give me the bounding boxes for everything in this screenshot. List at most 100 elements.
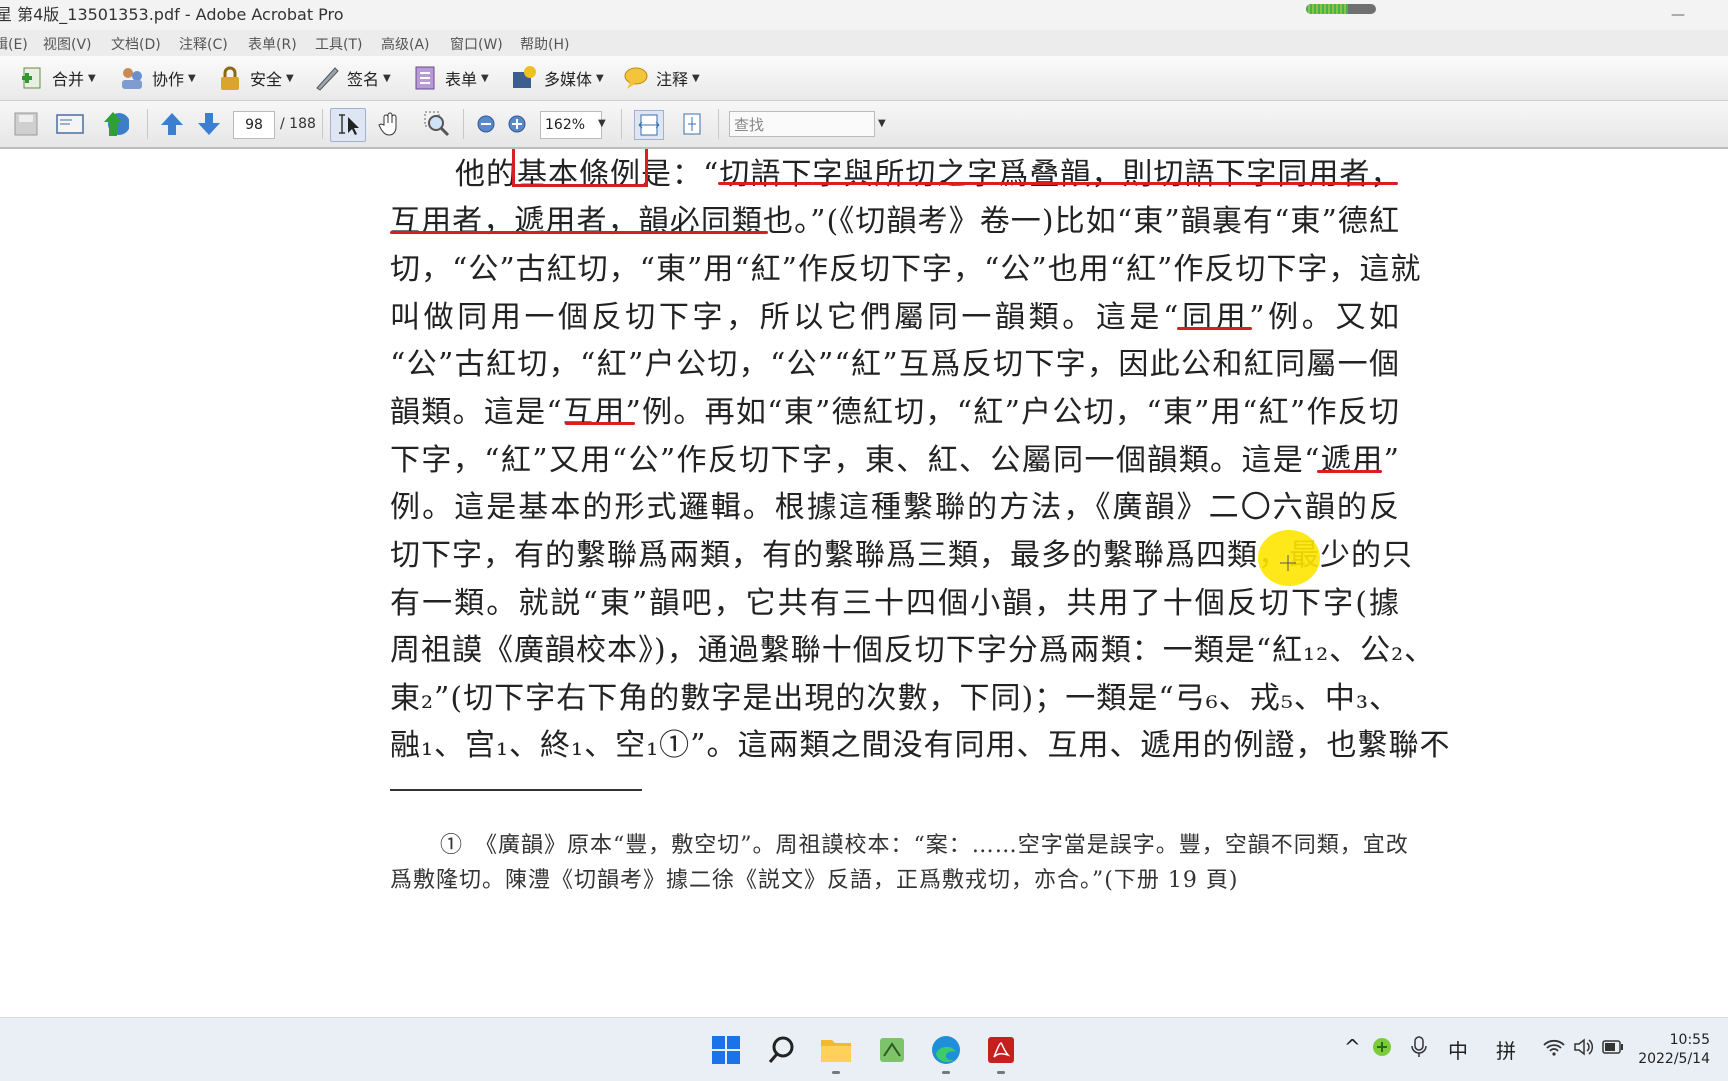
battery-icon[interactable] — [1602, 1040, 1624, 1054]
save-icon — [14, 112, 38, 136]
collaborate-button[interactable]: 协作 ▼ — [118, 62, 196, 94]
edge-browser-icon — [932, 1036, 960, 1064]
text-line: 下字，“紅”又用“公”作反切下字，東、紅、公屬同一個韻類。這是“遞用” — [390, 443, 1400, 478]
search-dropdown-icon[interactable]: ▼ — [878, 111, 886, 137]
red-underline-annotation[interactable] — [718, 182, 1398, 185]
upload-globe-icon — [104, 112, 129, 136]
menu-edit[interactable]: 辑(E) — [0, 34, 28, 54]
sign-label: 签名 — [347, 70, 380, 89]
red-underline-annotation[interactable] — [390, 231, 768, 234]
file-explorer-icon — [821, 1040, 851, 1062]
zoom-level-input[interactable]: 162% — [540, 111, 602, 139]
combine-icon — [22, 67, 41, 89]
wifi-icon[interactable] — [1543, 1038, 1565, 1056]
multimedia-label: 多媒体 — [544, 70, 593, 89]
sign-button[interactable]: 签名 ▼ — [313, 62, 391, 94]
footnote-line: 爲敷隆切。陳澧《切韻考》據二徐《説文》反語，正爲敷戎切，亦合。”(下册 19 頁… — [390, 868, 1239, 893]
title-bar: 星 第4版_13501353.pdf - Adobe Acrobat Pro — — [0, 0, 1728, 30]
start-button[interactable] — [706, 1030, 746, 1070]
previous-page-button[interactable] — [158, 110, 186, 138]
arrow-up-icon — [161, 113, 183, 135]
menu-window[interactable]: 窗口(W) — [450, 34, 503, 54]
marquee-zoom-tool[interactable] — [423, 110, 451, 138]
navigation-toolbar: 98 / 188 162% ▼ 查找 ▼ — [0, 101, 1728, 149]
acrobat-icon — [988, 1037, 1014, 1063]
form-icon — [415, 66, 435, 90]
menu-help[interactable]: 帮助(H) — [520, 34, 569, 54]
clock-time: 10:55 — [1669, 1032, 1710, 1048]
text-select-cursor-icon — [339, 114, 359, 135]
text-line: 例。這是基本的形式邏輯。根據這種繫聯的方法，《廣韻》二〇六韻的反 — [390, 490, 1400, 525]
menu-tools[interactable]: 工具(T) — [315, 34, 362, 54]
upload-button[interactable] — [101, 110, 129, 138]
ime-name-indicator[interactable]: 拼 — [1496, 1035, 1516, 1064]
multimedia-button[interactable]: 多媒体 ▼ — [510, 62, 604, 94]
red-underline-annotation[interactable] — [1177, 327, 1252, 330]
security-button[interactable]: 安全 ▼ — [216, 62, 294, 94]
forms-label: 表单 — [445, 70, 478, 89]
text-line: 韻類。這是“互用”例。再如“東”德紅切，“紅”户公切，“東”用“紅”作反切 — [390, 395, 1400, 430]
comment-button[interactable]: 注释 ▼ — [622, 62, 700, 94]
edge-browser-button[interactable] — [926, 1030, 966, 1074]
collaborate-icon — [122, 68, 142, 89]
ime-mode-indicator[interactable]: 中 — [1448, 1035, 1468, 1064]
hand-tool[interactable] — [376, 110, 404, 138]
red-underline-annotation[interactable] — [1317, 470, 1382, 473]
window-title: 星 第4版_13501353.pdf - Adobe Acrobat Pro — [0, 5, 344, 24]
minimize-button[interactable]: — — [1666, 0, 1690, 30]
file-explorer-button[interactable] — [816, 1030, 856, 1074]
clock-date: 2022/5/14 — [1638, 1051, 1710, 1067]
fit-width-button[interactable] — [634, 110, 664, 140]
system-clock[interactable]: 10:55 2022/5/14 — [1630, 1031, 1710, 1069]
combine-button[interactable]: 合并 ▼ — [18, 62, 96, 94]
volume-icon[interactable] — [1573, 1038, 1595, 1056]
microphone-icon[interactable] — [1411, 1036, 1427, 1058]
app-button[interactable] — [872, 1030, 912, 1070]
next-page-button[interactable] — [195, 110, 223, 138]
menu-comments[interactable]: 注释(C) — [179, 34, 228, 54]
tray-app-icon[interactable] — [1372, 1037, 1392, 1057]
pdf-page: 他的基本條例是：“切語下字與所切之字爲叠韻，則切語下字同用者， 互用者，遞用者，… — [0, 149, 1728, 1015]
forms-button[interactable]: 表单 ▼ — [411, 62, 489, 94]
arrow-down-icon — [198, 113, 220, 135]
menu-document[interactable]: 文档(D) — [111, 34, 161, 54]
fit-page-button[interactable] — [678, 110, 706, 138]
text-line: 切，“公”古紅切，“東”用“紅”作反切下字，“公”也用“紅”作反切下字，這就 — [390, 252, 1422, 287]
zoom-in-button[interactable] — [503, 110, 531, 138]
save-button[interactable] — [12, 110, 40, 138]
hand-icon — [378, 112, 397, 136]
comment-label: 注释 — [656, 70, 689, 89]
taskbar-search-button[interactable] — [762, 1030, 802, 1070]
zoom-out-button[interactable] — [472, 110, 500, 138]
menu-view[interactable]: 视图(V) — [43, 34, 92, 54]
email-button[interactable] — [56, 110, 84, 138]
zoom-magnifier-icon — [424, 111, 450, 137]
text-line: 有一類。就説“東”韻吧，它共有三十四個小韻，共用了十個反切下字(據 — [390, 586, 1400, 621]
red-underline-annotation[interactable] — [565, 422, 635, 425]
page-number-input[interactable]: 98 — [233, 111, 275, 139]
select-tool[interactable] — [334, 110, 362, 138]
progress-indicator — [1306, 4, 1376, 14]
email-icon — [56, 114, 84, 134]
text-line: 切下字，有的繫聯爲兩類，有的繫聯爲三類，最多的繫聯爲四類，最少的只 — [390, 538, 1413, 573]
lock-icon — [221, 66, 239, 90]
search-icon — [768, 1036, 794, 1063]
collaborate-label: 协作 — [152, 70, 185, 89]
zoom-dropdown-icon[interactable]: ▼ — [598, 111, 606, 137]
windows-start-icon — [712, 1036, 740, 1064]
zoom-in-icon — [508, 115, 526, 133]
fit-page-icon — [683, 113, 701, 135]
red-box-annotation[interactable] — [512, 149, 648, 187]
crosshair-cursor-icon — [1280, 555, 1296, 571]
menu-forms[interactable]: 表单(R) — [248, 34, 297, 54]
acrobat-button[interactable] — [981, 1030, 1021, 1074]
search-input[interactable]: 查找 — [729, 111, 875, 137]
text-line: 周祖謨《廣韻校本》)，通過繫聯十個反切下字分爲兩類：一類是“紅₁₂、公₂、 — [390, 633, 1436, 668]
footnote-divider — [390, 789, 642, 791]
menu-advanced[interactable]: 高级(A) — [381, 34, 430, 54]
comment-icon — [624, 67, 648, 89]
zoom-out-icon — [477, 115, 495, 133]
app-icon — [880, 1038, 904, 1062]
tray-chevron[interactable]: ^ — [1344, 1035, 1361, 1059]
multimedia-icon — [513, 66, 536, 88]
